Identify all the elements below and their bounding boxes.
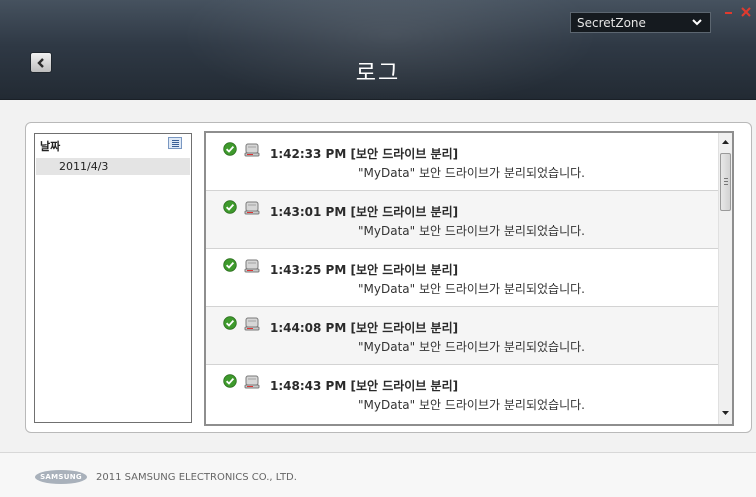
check-icon (223, 142, 237, 156)
date-header-label: 날짜 (40, 140, 61, 153)
drive-icon (244, 317, 260, 331)
list-view-icon[interactable] (168, 137, 182, 149)
samsung-logo: SAMSUNG (35, 470, 87, 484)
drive-icon (244, 375, 260, 389)
log-entry-message: "MyData" 보안 드라이브가 분리되었습니다. (358, 282, 585, 296)
log-entry-message: "MyData" 보안 드라이브가 분리되었습니다. (358, 166, 585, 180)
log-entry[interactable]: 1:42:33 PM [보안 드라이브 분리] "MyData" 보안 드라이브… (206, 133, 718, 191)
drive-icon (244, 201, 260, 215)
scroll-down-arrow-icon[interactable] (719, 406, 732, 420)
chevron-down-icon (692, 19, 702, 26)
log-entry[interactable]: 1:43:01 PM [보안 드라이브 분리] "MyData" 보안 드라이브… (206, 191, 718, 249)
scroll-thumb[interactable] (720, 153, 731, 211)
log-entry-message: "MyData" 보안 드라이브가 분리되었습니다. (358, 340, 585, 354)
scroll-up-arrow-icon[interactable] (719, 135, 732, 149)
zone-select[interactable]: SecretZone (570, 12, 711, 33)
log-entry-title: 1:48:43 PM [보안 드라이브 분리] (270, 379, 459, 393)
check-icon (223, 316, 237, 330)
page-title: 로그 (355, 61, 401, 86)
log-panel: 1:42:33 PM [보안 드라이브 분리] "MyData" 보안 드라이브… (204, 131, 734, 426)
log-entry-title: 1:44:08 PM [보안 드라이브 분리] (270, 321, 459, 335)
date-panel: 날짜 2011/4/3 (34, 133, 192, 423)
log-scrollbar[interactable] (718, 133, 732, 424)
footer: SAMSUNG 2011 SAMSUNG ELECTRONICS CO., LT… (0, 453, 756, 497)
header-divider (0, 99, 756, 100)
log-entry[interactable]: 1:43:25 PM [보안 드라이브 분리] "MyData" 보안 드라이브… (206, 249, 718, 307)
app-header: 로그 SecretZone (0, 0, 756, 100)
close-button[interactable] (739, 5, 753, 19)
log-entry[interactable]: 1:48:43 PM [보안 드라이브 분리] "MyData" 보안 드라이브… (206, 365, 718, 423)
date-list-item[interactable]: 2011/4/3 (36, 158, 190, 175)
log-entry-title: 1:43:01 PM [보안 드라이브 분리] (270, 205, 459, 219)
log-entry[interactable]: 1:44:08 PM [보안 드라이브 분리] "MyData" 보안 드라이브… (206, 307, 718, 365)
copyright-text: 2011 SAMSUNG ELECTRONICS CO., LTD. (96, 472, 297, 483)
date-panel-header: 날짜 (35, 134, 191, 156)
zone-select-value: SecretZone (577, 15, 646, 30)
drive-icon (244, 259, 260, 273)
log-entry-message: "MyData" 보안 드라이브가 분리되었습니다. (358, 224, 585, 238)
check-icon (223, 258, 237, 272)
minimize-button[interactable] (724, 7, 734, 19)
check-icon (223, 374, 237, 388)
log-entry-message: "MyData" 보안 드라이브가 분리되었습니다. (358, 398, 585, 412)
check-icon (223, 200, 237, 214)
log-entry-title: 1:43:25 PM [보안 드라이브 분리] (270, 263, 459, 277)
log-entry-title: 1:42:33 PM [보안 드라이브 분리] (270, 147, 459, 161)
drive-icon (244, 143, 260, 157)
